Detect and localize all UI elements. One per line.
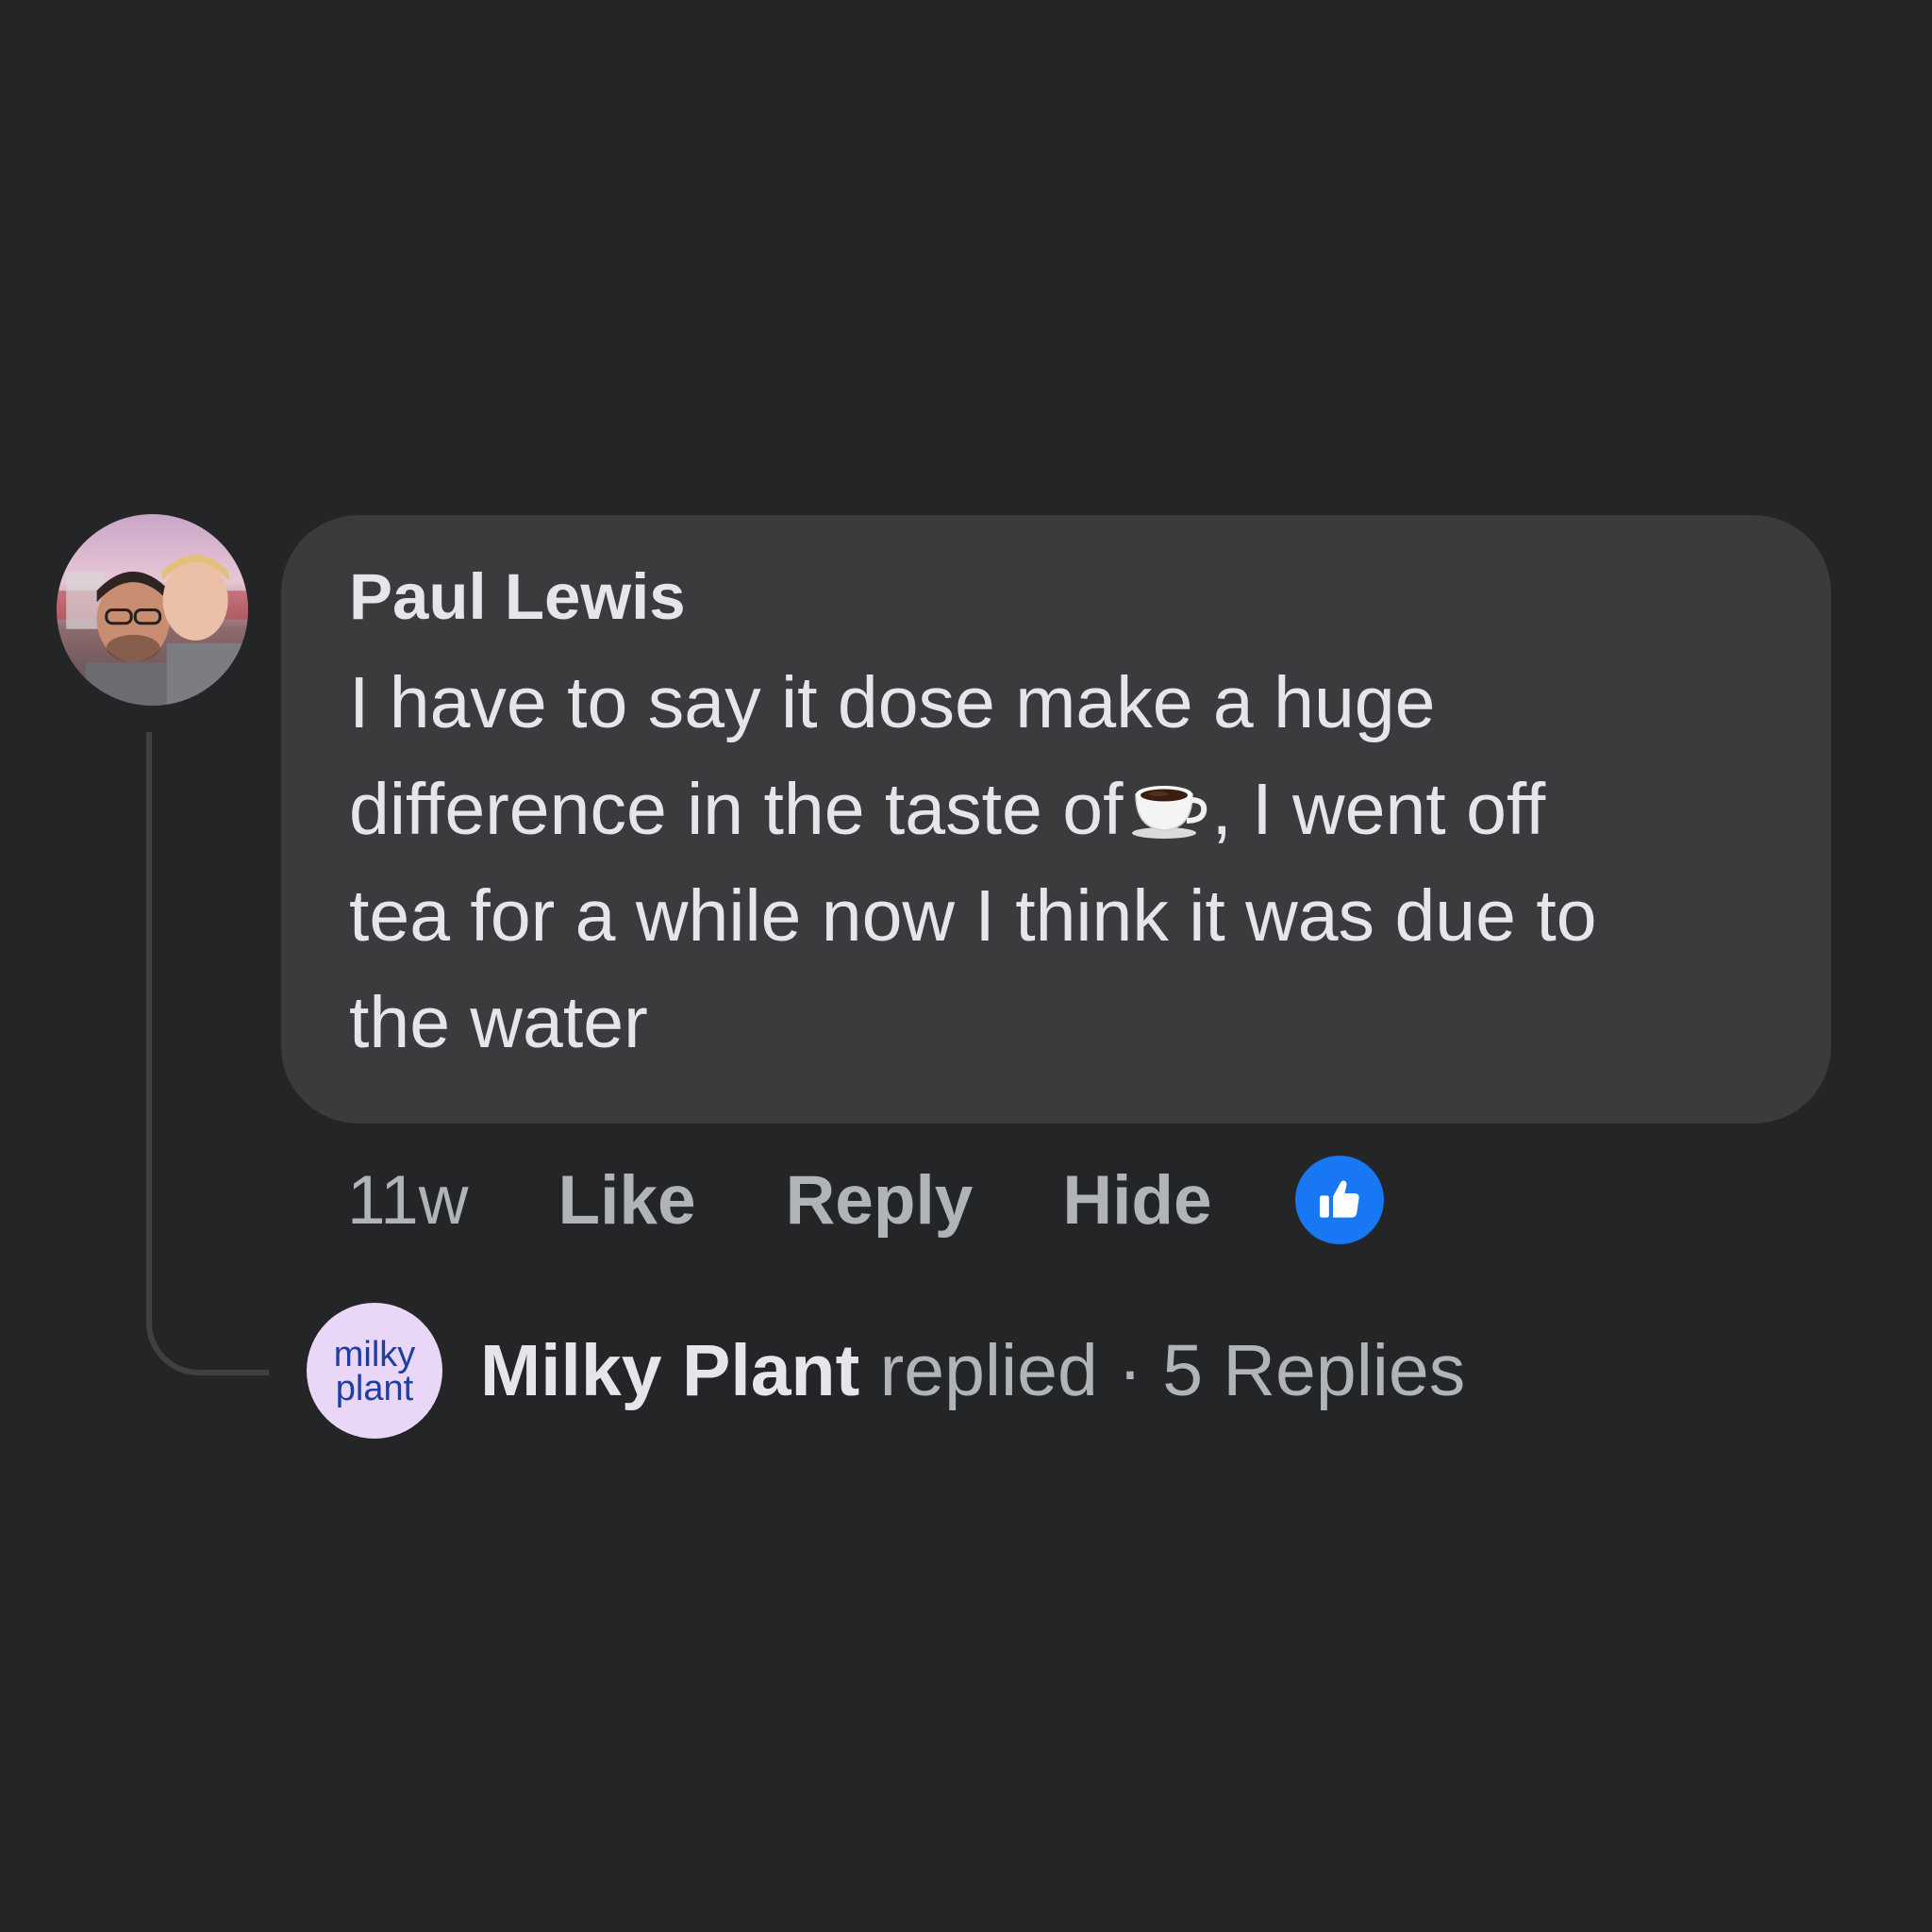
milky-plant-logo-avatar[interactable]: milky plant <box>307 1303 442 1439</box>
author-avatar[interactable] <box>57 514 248 706</box>
separator-dot: · <box>1097 1329 1163 1411</box>
replied-label: replied <box>859 1329 1098 1411</box>
reply-author-name: Milky Plant <box>480 1329 860 1411</box>
reaction-count-badge[interactable] <box>1294 1156 1384 1244</box>
comment-bubble: Paul Lewis I have to say it dose make a … <box>281 515 1831 1124</box>
comment-author-name[interactable]: Paul Lewis <box>349 564 1774 629</box>
thread-connector-line <box>146 732 269 1375</box>
logo-text-line2: plant <box>335 1369 414 1408</box>
comment-actions: 11w Like Reply Hide <box>347 1153 1384 1247</box>
hide-button[interactable]: Hide <box>1062 1166 1211 1235</box>
logo-text-line1: milky <box>333 1335 416 1374</box>
reply-count-link[interactable]: 5 Replies <box>1162 1330 1465 1411</box>
replies-summary-text[interactable]: Milky Plant replied · 5 Replies <box>480 1334 1465 1407</box>
coffee-cup-icon <box>1130 762 1208 839</box>
profile-photo-icon <box>57 514 248 706</box>
reply-button[interactable]: Reply <box>786 1166 974 1235</box>
like-button[interactable]: Like <box>558 1166 696 1235</box>
replies-summary[interactable]: milky plant Milky Plant replied · 5 Repl… <box>307 1303 1465 1439</box>
comment-text: I have to say it dose make a huge differ… <box>349 650 1774 1076</box>
comment-timestamp[interactable]: 11w <box>347 1166 469 1235</box>
thumbs-up-icon <box>1319 1180 1359 1218</box>
comment-thread: Paul Lewis I have to say it dose make a … <box>0 0 1932 1932</box>
